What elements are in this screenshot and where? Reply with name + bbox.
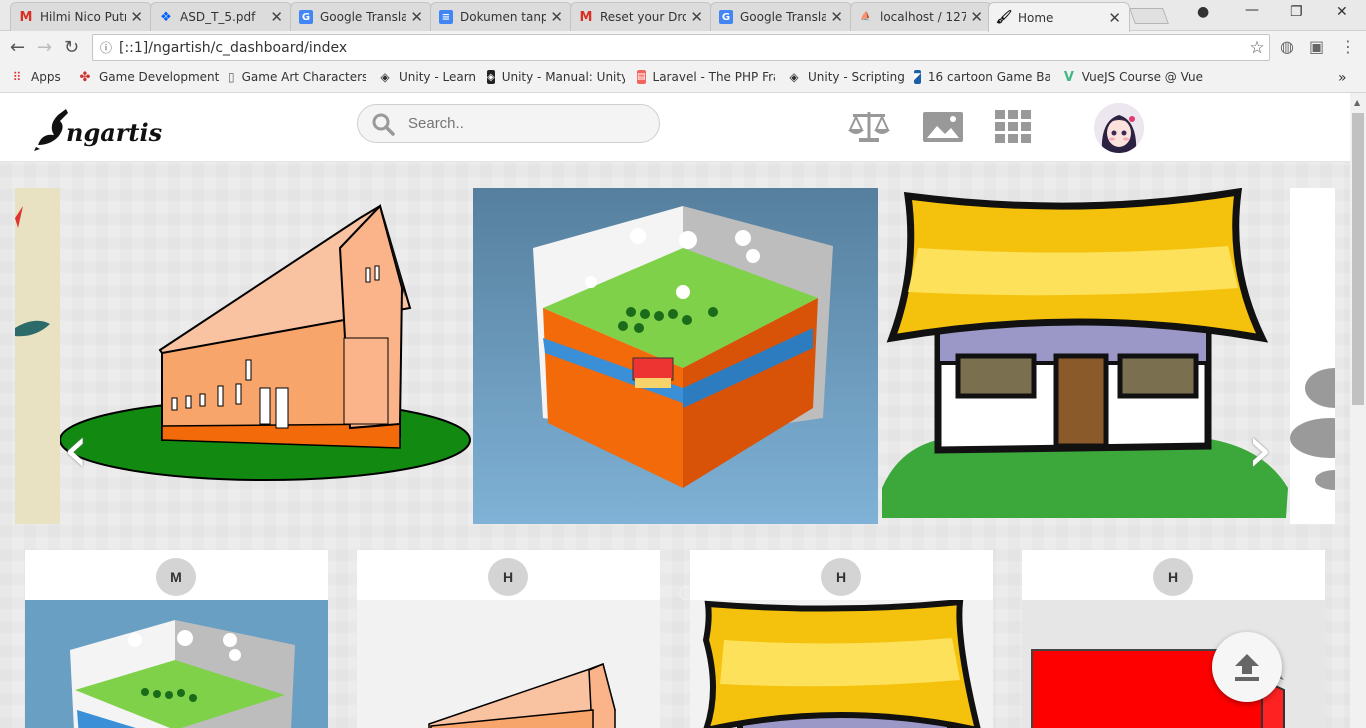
- bookmark-laravel[interactable]: ▤ Laravel - The PHP Fra: [637, 70, 775, 84]
- artwork-card[interactable]: H: [357, 550, 660, 728]
- back-to-top-button[interactable]: [1212, 632, 1282, 702]
- search-icon[interactable]: [358, 112, 408, 136]
- close-tab-icon[interactable]: ✕: [690, 8, 703, 26]
- game-dev-icon: ✤: [79, 69, 91, 85]
- bookmarks-bar: ⠿ Apps ✤ Game Development ▯ Game Art Cha…: [0, 64, 1366, 93]
- bookmark-game-development[interactable]: ✤ Game Development: [78, 69, 220, 85]
- dropbox-icon: ❖: [160, 9, 172, 25]
- google-translate-icon: G: [299, 10, 313, 24]
- browser-chrome: M Hilmi Nico Putr ✕ ❖ ASD_T_5.pdf ✕ G Go…: [0, 0, 1366, 93]
- new-tab-button[interactable]: [1129, 8, 1169, 24]
- tab-dropbox[interactable]: ❖ ASD_T_5.pdf ✕: [150, 2, 292, 31]
- artwork-card[interactable]: M: [25, 550, 328, 728]
- carousel-slide-partial-right[interactable]: [1290, 188, 1335, 524]
- menu-icon[interactable]: ⋮: [1340, 37, 1356, 56]
- gmail-icon: M: [19, 9, 33, 25]
- carousel-slide-diorama[interactable]: [473, 188, 878, 524]
- bookmark-star-icon[interactable]: ☆: [1245, 38, 1269, 58]
- upload-arrow-icon: [1235, 654, 1259, 681]
- image-site-icon: ◤: [914, 70, 921, 84]
- close-tab-icon[interactable]: ✕: [410, 8, 423, 26]
- tab-google-translate-1[interactable]: G Google Transla ✕: [290, 2, 432, 31]
- bookmark-unity-scripting[interactable]: ◈ Unity - Scripting: [787, 70, 904, 84]
- bookmark-game-art[interactable]: ▯ Game Art Characters: [228, 70, 366, 84]
- google-translate-icon: G: [719, 10, 733, 24]
- scroll-up-icon[interactable]: ▲: [1354, 98, 1360, 107]
- bookmark-unity-manual[interactable]: ◈ Unity - Manual: Unity: [487, 70, 625, 84]
- phpmyadmin-icon: ⛵: [860, 12, 872, 22]
- artwork-card[interactable]: H: [690, 550, 993, 728]
- brush-icon: 🖌: [995, 10, 1013, 25]
- artwork-card[interactable]: H: [1022, 550, 1325, 728]
- card-badge: H: [488, 558, 528, 596]
- profile-icon[interactable]: ●: [1197, 4, 1209, 20]
- carousel-slide-cottage[interactable]: [878, 188, 1290, 524]
- tab-home[interactable]: 🖌 Home ✕: [988, 2, 1130, 32]
- card-image-diorama[interactable]: [25, 600, 328, 728]
- back-icon[interactable]: ←: [10, 37, 25, 58]
- unity-dark-icon: ◈: [487, 70, 495, 84]
- close-tab-icon[interactable]: ✕: [1108, 9, 1121, 27]
- bookmark-unity-learn[interactable]: ◈ Unity - Learn: [378, 70, 476, 84]
- carousel-slide-barn[interactable]: [60, 188, 473, 524]
- page-icon: ▯: [228, 70, 235, 84]
- vue-icon: V: [1063, 70, 1074, 84]
- carousel-prev-icon[interactable]: ‹: [63, 418, 89, 482]
- google-docs-icon: ≡: [439, 10, 453, 24]
- reload-icon[interactable]: ↻: [64, 37, 79, 58]
- bookmark-apps[interactable]: ⠿ Apps: [10, 70, 61, 84]
- globe-extension-icon[interactable]: ◍: [1280, 37, 1294, 56]
- more-bookmarks-icon[interactable]: »: [1338, 70, 1347, 86]
- user-avatar[interactable]: [1094, 103, 1144, 153]
- tab-strip: M Hilmi Nico Putr ✕ ❖ ASD_T_5.pdf ✕ G Go…: [0, 0, 1366, 32]
- bookmark-cartoon-game[interactable]: ◤ 16 cartoon Game Ba: [914, 70, 1050, 84]
- unity-icon: ◈: [380, 70, 390, 84]
- screenshot-extension-icon[interactable]: ▣: [1309, 37, 1324, 56]
- logo-text: ngartish: [66, 118, 162, 147]
- tab-google-docs[interactable]: ≡ Dokumen tanp ✕: [430, 2, 572, 31]
- close-tab-icon[interactable]: ✕: [970, 8, 983, 26]
- tab-gmail-1[interactable]: M Hilmi Nico Putr ✕: [10, 2, 152, 31]
- browser-toolbar: ← → ↻ ⓘ [::1]/ngartish/c_dashboard/index…: [0, 31, 1366, 64]
- close-tab-icon[interactable]: ✕: [550, 8, 563, 26]
- scrollbar-thumb[interactable]: [1352, 113, 1364, 405]
- card-image-barn[interactable]: [357, 600, 660, 728]
- page-scrollbar[interactable]: ▲: [1350, 93, 1366, 728]
- close-tab-icon[interactable]: ✕: [830, 8, 843, 26]
- gmail-icon: M: [579, 9, 593, 25]
- card-badge: M: [156, 558, 196, 596]
- bookmark-vuejs[interactable]: V VueJS Course @ Vue: [1063, 70, 1203, 84]
- grid-icon[interactable]: [991, 108, 1035, 144]
- site-navbar: ngartish: [0, 93, 1350, 162]
- close-tab-icon[interactable]: ✕: [130, 8, 143, 26]
- card-badge: H: [821, 558, 861, 596]
- carousel-next-icon[interactable]: ›: [1247, 418, 1273, 482]
- page-content: ngartish: [0, 93, 1366, 728]
- balance-scale-icon[interactable]: [847, 108, 891, 144]
- card-image-cottage[interactable]: [690, 600, 993, 728]
- image-carousel[interactable]: ‹ ›: [15, 188, 1335, 600]
- apps-grid-icon: ⠿: [12, 70, 22, 84]
- ngartish-logo[interactable]: ngartish: [32, 105, 162, 153]
- close-window-icon[interactable]: ✕: [1336, 4, 1348, 20]
- restore-icon[interactable]: ❐: [1290, 4, 1303, 20]
- laravel-icon: ▤: [637, 70, 646, 84]
- card-badge: H: [1153, 558, 1193, 596]
- info-icon[interactable]: ⓘ: [93, 39, 119, 56]
- forward-icon[interactable]: →: [37, 37, 52, 58]
- close-tab-icon[interactable]: ✕: [270, 8, 283, 26]
- image-icon[interactable]: [921, 108, 965, 144]
- url-text: [::1]/ngartish/c_dashboard/index: [119, 39, 348, 56]
- tab-gmail-2[interactable]: M Reset your Dro ✕: [570, 2, 712, 31]
- search-input[interactable]: [408, 115, 628, 132]
- address-bar[interactable]: ⓘ [::1]/ngartish/c_dashboard/index ☆: [92, 34, 1270, 61]
- tab-google-translate-2[interactable]: G Google Transla ✕: [710, 2, 852, 31]
- unity-icon: ◈: [789, 70, 799, 84]
- tab-phpmyadmin[interactable]: ⛵ localhost / 127 ✕: [850, 2, 992, 31]
- carousel-slide-partial-left[interactable]: [15, 188, 60, 524]
- search-bar[interactable]: [357, 104, 660, 143]
- minimize-icon[interactable]: —: [1245, 2, 1259, 18]
